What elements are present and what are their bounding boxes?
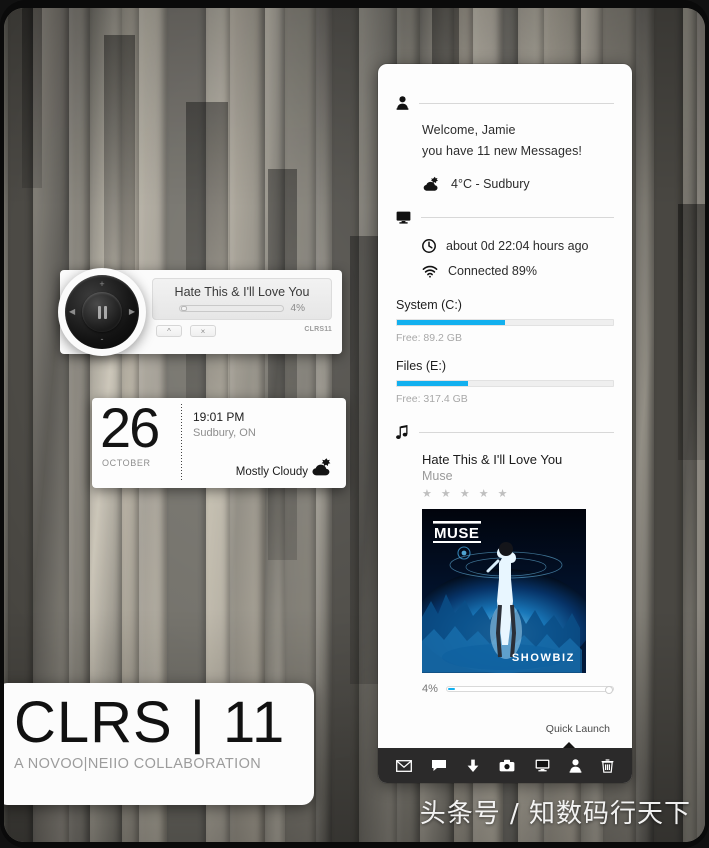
desktop: Hate This & I'll Love You 4% ^ × CLRS11 … <box>4 8 705 842</box>
player-track-title: Hate This & I'll Love You <box>174 284 310 299</box>
volume-up-icon[interactable]: + <box>99 280 104 289</box>
drive-item[interactable]: System (C:) Free: 89.2 GB <box>396 298 614 344</box>
system-section-header <box>396 211 614 224</box>
quick-launch-label: Quick Launch <box>545 723 610 735</box>
brand-title: CLRS | 11 <box>14 690 286 755</box>
clock-icon <box>422 239 436 253</box>
seek-handle[interactable] <box>605 686 613 694</box>
watermark: 头条号 / 知数码行天下 <box>419 799 691 829</box>
drive-usage-bar <box>396 380 614 387</box>
divider <box>181 404 182 480</box>
drive-item[interactable]: Files (E:) Free: 317.4 GB <box>396 359 614 405</box>
music-section-header <box>396 425 614 440</box>
screen: Hate This & I'll Love You 4% ^ × CLRS11 … <box>0 0 709 848</box>
dpad-ring[interactable]: + - ◀ ▶ <box>65 275 139 349</box>
drive-usage-bar <box>396 319 614 326</box>
music-note-icon <box>396 425 409 440</box>
divider <box>419 432 614 433</box>
player-progress-label: 4% <box>290 302 305 314</box>
previous-track-icon[interactable]: ◀ <box>69 308 75 316</box>
album-art[interactable]: MUSE SHOWBIZ <box>422 509 586 673</box>
sidebar-progress-label: 4% <box>422 683 438 695</box>
album-title-text: MUSE <box>434 525 479 542</box>
drive-free-label: Free: 317.4 GB <box>396 393 468 405</box>
welcome-text: Welcome, Jamie <box>422 123 516 137</box>
rating-stars[interactable]: ★ ★ ★ ★ ★ <box>422 487 614 500</box>
pause-icon <box>97 305 107 319</box>
brand-subtitle: A NOVOO|NEIIO COLLABORATION <box>14 755 262 772</box>
quick-launch-taskbar[interactable] <box>378 748 632 783</box>
music-player-widget[interactable]: Hate This & I'll Love You 4% ^ × CLRS11 … <box>58 268 342 356</box>
date-weather-widget[interactable]: 26 OCTOBER 19:01 PM Sudbury, ON Mostly C… <box>92 398 346 488</box>
month-label: OCTOBER <box>102 458 151 468</box>
player-brand-label: CLRS11 <box>304 326 332 333</box>
sidebar-track-artist: Muse <box>422 469 453 483</box>
chat-bubble-icon[interactable] <box>431 759 447 772</box>
user-section-header <box>396 96 614 110</box>
seek-handle[interactable] <box>181 305 187 311</box>
person-icon[interactable] <box>569 758 582 773</box>
clock-time: 19:01 PM <box>193 410 245 424</box>
brand-box: CLRS | 11 A NOVOO|NEIIO COLLABORATION <box>4 683 314 805</box>
messages-text[interactable]: you have 11 new Messages! <box>422 144 614 158</box>
drive-free-label: Free: 89.2 GB <box>396 332 462 344</box>
monitor-icon[interactable] <box>535 759 550 772</box>
close-button[interactable]: × <box>190 325 216 337</box>
album-name-text: SHOWBIZ <box>512 652 575 664</box>
camera-icon[interactable] <box>499 759 515 772</box>
next-track-icon[interactable]: ▶ <box>129 308 135 316</box>
network-row: Connected 89% <box>396 264 614 278</box>
divider <box>419 102 614 104</box>
player-window-buttons: ^ × <box>156 325 216 337</box>
weather-condition: Mostly Cloudy <box>235 466 308 478</box>
sidebar-track-title: Hate This & I'll Love You <box>422 452 563 467</box>
envelope-icon[interactable] <box>395 759 412 772</box>
person-icon <box>396 96 409 110</box>
drive-label: System (C:) <box>396 298 462 312</box>
drive-label: Files (E:) <box>396 359 446 373</box>
device-bezel: Hate This & I'll Love You 4% ^ × CLRS11 … <box>0 0 709 848</box>
network-text: Connected 89% <box>448 264 537 278</box>
weather-text: 4°C - Sudbury <box>451 177 530 191</box>
uptime-text: about 0d 22:04 hours ago <box>446 239 589 253</box>
sidebar-panel[interactable]: Welcome, Jamie you have 11 new Messages!… <box>378 64 632 783</box>
location-label: Sudbury, ON <box>193 427 256 439</box>
sun-behind-cloud-icon <box>310 457 336 482</box>
sidebar-seek-slider[interactable] <box>445 686 614 694</box>
player-dpad-control[interactable]: + - ◀ ▶ <box>58 268 146 356</box>
player-seek-slider[interactable] <box>179 304 284 312</box>
divider <box>421 217 614 218</box>
play-pause-button[interactable] <box>82 292 122 332</box>
sidebar-seek-row[interactable]: 4% <box>422 683 614 695</box>
weather-row: 4°C - Sudbury <box>396 176 614 192</box>
uptime-row: about 0d 22:04 hours ago <box>396 239 614 253</box>
sun-behind-cloud-icon <box>422 176 442 192</box>
day-number: 26 <box>100 396 160 459</box>
wifi-icon <box>422 265 438 278</box>
collapse-button[interactable]: ^ <box>156 325 182 337</box>
download-icon[interactable] <box>466 759 480 773</box>
monitor-icon <box>396 211 411 224</box>
trash-icon[interactable] <box>601 758 614 773</box>
now-playing-panel: Hate This & I'll Love You 4% <box>152 278 332 320</box>
volume-down-icon[interactable]: - <box>101 335 104 344</box>
